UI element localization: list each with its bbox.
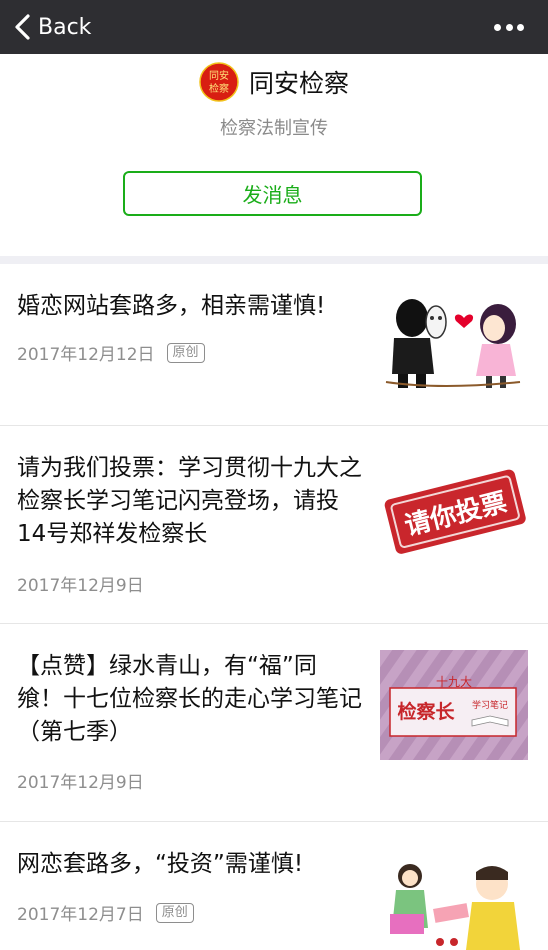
article-date: 2017年12月7日 — [17, 905, 144, 925]
back-label: Back — [38, 14, 92, 40]
article-title: 【点赞】绿水青山，有“福”同飨！十七位检察长的走心学习笔记（第七季） — [17, 653, 362, 745]
article-thumbnail — [380, 294, 528, 394]
chevron-left-icon — [15, 14, 30, 40]
article-meta: 2017年12月12日 原创 — [17, 340, 205, 365]
more-options-icon[interactable] — [494, 16, 524, 38]
original-badge: 原创 — [155, 902, 194, 923]
original-badge: 原创 — [166, 342, 205, 363]
logo-text-bottom: 检察 — [209, 82, 229, 95]
article-thumbnail: 请你投票 — [380, 456, 528, 566]
thumb-congress-text: 十九大 — [436, 675, 472, 689]
article-date: 2017年12月9日 — [17, 576, 144, 596]
article-meta: 2017年12月9日 — [17, 571, 144, 596]
account-name: 同安检察 — [248, 69, 349, 98]
account-logo[interactable]: 同安 检察 — [199, 62, 239, 102]
logo-text-top: 同安 — [209, 69, 229, 82]
send-message-button[interactable]: 发消息 — [123, 171, 422, 216]
thumb-notes-text: 学习笔记 — [472, 699, 508, 711]
thumb-prosecutor-text: 检察长 — [397, 700, 455, 723]
article-item[interactable]: 【点赞】绿水青山，有“福”同飨！十七位检察长的走心学习笔记（第七季） 2017年… — [0, 624, 548, 822]
back-button[interactable]: Back — [12, 11, 91, 43]
article-title: 网恋套路多，“投资”需谨慎! — [17, 851, 304, 877]
article-item[interactable]: 请为我们投票：学习贯彻十九大之检察长学习笔记闪亮登场，请投14号郑祥发检察长 2… — [0, 426, 548, 624]
more-dot — [517, 23, 524, 31]
article-date: 2017年12月9日 — [17, 773, 144, 793]
article-meta: 2017年12月7日 原创 — [17, 900, 194, 925]
account-name-row: 同安 检察 同安检察 — [0, 60, 548, 104]
article-item[interactable]: 婚恋网站套路多，相亲需谨慎! 2017年12月12日 原创 — [0, 264, 548, 426]
article-thumbnail: 十九大 检察长 学习笔记 — [380, 650, 528, 760]
section-separator — [0, 256, 548, 264]
more-dot — [494, 23, 501, 31]
account-description: 检察法制宣传 — [220, 118, 328, 139]
more-dot — [505, 23, 513, 31]
article-date: 2017年12月12日 — [17, 345, 155, 365]
top-navigation-bar: Back — [0, 0, 548, 54]
article-item[interactable]: 网恋套路多，“投资”需谨慎! 2017年12月7日 原创 — [0, 822, 548, 950]
article-thumbnail — [380, 858, 528, 950]
article-title: 请为我们投票：学习贯彻十九大之检察长学习笔记闪亮登场，请投14号郑祥发检察长 — [17, 455, 362, 547]
account-profile-header: 同安 检察 同安检察 检察法制宣传 发消息 — [0, 54, 548, 256]
article-meta: 2017年12月9日 — [17, 768, 144, 793]
article-title: 婚恋网站套路多，相亲需谨慎! — [17, 293, 326, 319]
